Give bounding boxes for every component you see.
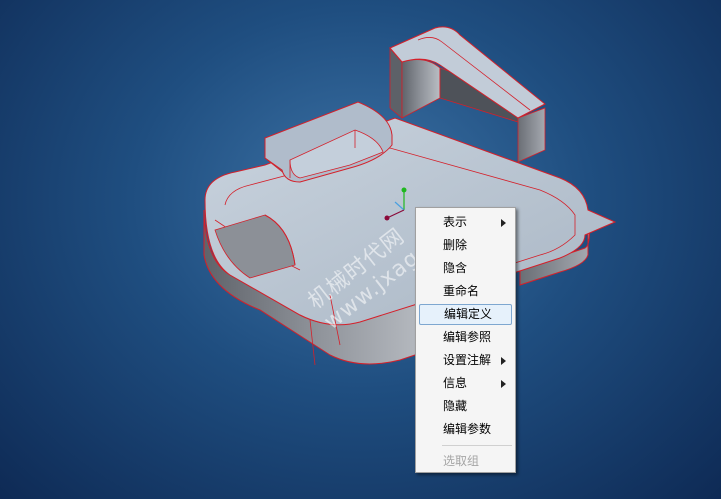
submenu-arrow-icon [501, 219, 506, 227]
menu-item-edit-definition[interactable]: 编辑定义 [419, 304, 512, 325]
menu-item-label: 编辑参数 [443, 422, 492, 436]
axis-y-tip [401, 187, 407, 193]
submenu-arrow-icon [501, 380, 506, 388]
menu-item-hide[interactable]: 隐藏 [419, 396, 512, 417]
menu-item-label: 编辑参照 [443, 330, 492, 344]
menu-item-edit-parameters[interactable]: 编辑参数 [419, 419, 512, 440]
menu-item-delete[interactable]: 删除 [419, 235, 512, 256]
context-menu: 表示 删除 隐含 重命名 编辑定义 编辑参照 设置注解 信息 隐藏 编辑参数 选… [415, 207, 516, 473]
wall-front-face [401, 59, 441, 119]
menu-item-label: 编辑定义 [444, 307, 493, 321]
menu-item-label: 表示 [443, 215, 468, 229]
menu-separator [442, 445, 512, 446]
menu-item-edit-references[interactable]: 编辑参照 [419, 327, 512, 348]
menu-item-label: 选取组 [443, 454, 480, 468]
menu-item-label: 设置注解 [443, 353, 492, 367]
submenu-arrow-icon [501, 357, 506, 365]
menu-item-label: 信息 [443, 376, 468, 390]
menu-item-label: 重命名 [443, 284, 480, 298]
menu-item-info[interactable]: 信息 [419, 373, 512, 394]
3d-viewport[interactable]: 机械时代网 www.jxage.com 表示 删除 隐含 重命名 编辑定义 编辑… [0, 0, 721, 499]
menu-item-label: 隐含 [443, 261, 468, 275]
menu-item-rename[interactable]: 重命名 [419, 281, 512, 302]
menu-item-label: 隐藏 [443, 399, 468, 413]
menu-item-set-annotation[interactable]: 设置注解 [419, 350, 512, 371]
menu-item-label: 删除 [443, 238, 468, 252]
menu-item-suppress[interactable]: 隐含 [419, 258, 512, 279]
menu-item-represent[interactable]: 表示 [419, 212, 512, 233]
menu-item-select-group: 选取组 [419, 451, 512, 472]
